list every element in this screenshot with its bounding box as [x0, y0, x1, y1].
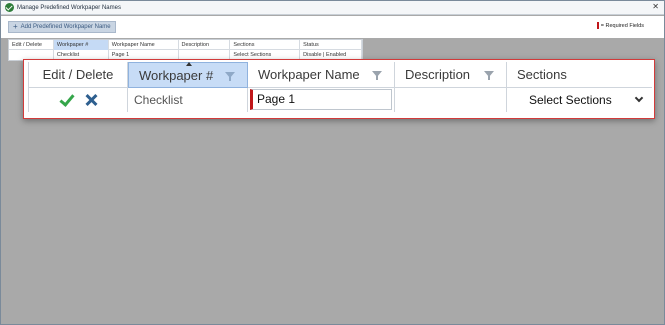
bg-header-edit-delete[interactable]: Edit / Delete — [9, 40, 54, 50]
filter-icon[interactable] — [484, 71, 494, 80]
header-description-label: Description — [405, 67, 471, 82]
header-edit-delete-label: Edit / Delete — [42, 67, 114, 82]
dialog-window: Manage Predefined Workpaper Names ✕ + Ad… — [0, 0, 665, 325]
background-grid: Edit / Delete Workpaper # Workpaper Name… — [8, 39, 363, 61]
grid-header-row: Edit / Delete Workpaper # Workpaper Name… — [28, 62, 652, 88]
chevron-down-icon[interactable] — [634, 93, 644, 103]
title-bar: Manage Predefined Workpaper Names ✕ — [1, 1, 664, 15]
sections-dropdown[interactable]: Select Sections — [507, 88, 652, 112]
window-title: Manage Predefined Workpaper Names — [17, 4, 121, 11]
bg-header-status[interactable]: Status — [300, 40, 362, 50]
background-grid-header: Edit / Delete Workpaper # Workpaper Name… — [9, 40, 362, 50]
workpaper-num-value: Checklist — [134, 93, 183, 107]
edit-delete-cell — [28, 88, 128, 112]
close-icon[interactable]: ✕ — [652, 3, 659, 11]
header-sections-label: Sections — [517, 67, 567, 82]
bg-header-description[interactable]: Description — [179, 40, 231, 50]
header-workpaper-name-label: Workpaper Name — [258, 67, 360, 82]
workpaper-num-cell: Checklist — [128, 88, 248, 112]
grid-edit-row: Checklist Page 1 Select Sections — [28, 88, 652, 112]
add-button-label: Add Predefined Workpaper Name — [20, 24, 111, 30]
checkmark-badge-icon — [5, 3, 14, 12]
sections-dropdown-value: Select Sections — [529, 93, 612, 107]
bg-header-workpaper-name[interactable]: Workpaper Name — [109, 40, 179, 50]
sort-ascending-icon — [186, 62, 192, 66]
header-workpaper-name[interactable]: Workpaper Name — [248, 62, 395, 88]
zoomed-grid-callout: Edit / Delete Workpaper # Workpaper Name… — [23, 59, 655, 119]
toolbar: + Add Predefined Workpaper Name = Requir… — [1, 16, 664, 38]
cancel-x-icon[interactable] — [85, 94, 97, 106]
header-workpaper-num[interactable]: Workpaper # — [128, 62, 248, 88]
plus-icon: + — [13, 22, 18, 31]
required-marker — [596, 22, 599, 29]
header-sections[interactable]: Sections — [507, 62, 652, 88]
header-workpaper-num-label: Workpaper # — [139, 67, 214, 83]
workpaper-name-cell: Page 1 — [248, 88, 395, 112]
bg-header-sections[interactable]: Sections — [230, 40, 301, 50]
add-predefined-workpaper-button[interactable]: + Add Predefined Workpaper Name — [8, 21, 116, 33]
required-fields-label: = Required Fields — [600, 22, 644, 29]
header-description[interactable]: Description — [395, 62, 507, 88]
required-fields-legend: = Required Fields — [596, 22, 644, 29]
header-edit-delete[interactable]: Edit / Delete — [28, 62, 128, 88]
description-cell[interactable] — [395, 88, 507, 112]
filter-icon[interactable] — [372, 71, 382, 80]
save-check-icon[interactable] — [59, 93, 73, 107]
bg-header-workpaper-num[interactable]: Workpaper # — [53, 40, 109, 50]
workpaper-name-input[interactable]: Page 1 — [250, 89, 392, 110]
filter-icon[interactable] — [225, 72, 235, 81]
